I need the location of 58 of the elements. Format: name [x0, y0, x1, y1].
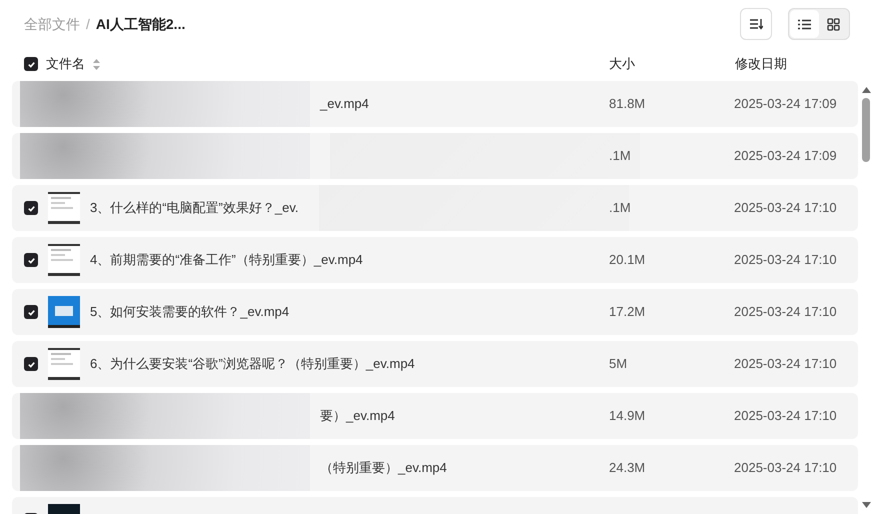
modified-date: 2025-03-24 17:10 [734, 251, 837, 270]
modified-date: 2025-03-24 17:10 [734, 303, 837, 322]
video-thumbnail [48, 296, 80, 328]
checkbox[interactable] [24, 57, 38, 71]
file-size: 14.9M [609, 408, 646, 423]
file-row[interactable]: 5、如何安装需要的软件？_ev.mp4 17.2M 2025-03-24 17:10 [12, 289, 858, 335]
file-row[interactable]: 4、前期需要的“准备工作”（特别重要）_ev.mp4 20.1M 2025-03-24 17:10 [12, 237, 858, 283]
modified-date: 2025-03-24 17:10 [734, 355, 837, 374]
modified-date: 2025-03-24 17:09 [734, 147, 837, 166]
file-name: （特别重要）_ev.mp4 [320, 459, 447, 478]
column-header[interactable]: 文件名 [46, 54, 85, 74]
checkbox[interactable] [24, 201, 38, 215]
scroll-down-icon[interactable] [862, 502, 870, 508]
sort-icon [749, 18, 763, 30]
list-icon [798, 18, 811, 30]
file-row[interactable]: 3、什么样的“电脑配置”效果好？_ev. .1M 2025-03-24 17:10 [12, 185, 858, 231]
file-row[interactable]: 6、为什么要安装“谷歌”浏览器呢？（特别重要）_ev.mp4 5M 2025-03-24 17:10 [12, 341, 858, 387]
file-size: .1M [609, 148, 631, 163]
video-thumbnail [48, 348, 80, 380]
breadcrumb-item: AI人工智能2... [96, 14, 186, 34]
checkbox[interactable] [24, 253, 38, 267]
checkmark-icon [26, 256, 36, 264]
scrollbar-thumb[interactable] [862, 98, 870, 162]
modified-date: 2025-03-24 17:09 [734, 95, 837, 114]
file-size: 20.1M [609, 252, 646, 267]
file-row[interactable]: （特别重要）_ev.mp4 24.3M 2025-03-24 17:10 [12, 445, 858, 491]
column-header[interactable]: 大小 [609, 54, 635, 74]
file-size: .1M [609, 200, 631, 215]
video-thumbnail [48, 244, 80, 276]
file-name: 要）_ev.mp4 [320, 407, 395, 426]
scroll-up-icon[interactable] [862, 87, 870, 93]
file-row[interactable]: 要）_ev.mp4 14.9M 2025-03-24 17:10 [12, 393, 858, 439]
file-row[interactable]: .1M 2025-03-24 17:09 [12, 133, 858, 179]
file-size: 81.8M [609, 96, 646, 111]
file-name: 4、前期需要的“准备工作”（特别重要）_ev.mp4 [90, 251, 363, 270]
checkbox[interactable] [24, 305, 38, 319]
checkbox[interactable] [24, 357, 38, 371]
column-header[interactable]: 修改日期 [735, 54, 787, 74]
file-name: 6、为什么要安装“谷歌”浏览器呢？（特别重要）_ev.mp4 [90, 355, 415, 374]
checkmark-icon [26, 60, 36, 68]
video-thumbnail [48, 192, 80, 224]
file-name: 3、什么样的“电脑配置”效果好？_ev. [90, 199, 298, 218]
modified-date: 2025-03-24 17:10 [734, 407, 837, 426]
checkmark-icon [26, 360, 36, 368]
list-view-button[interactable] [790, 10, 819, 38]
breadcrumb-separator: / [86, 14, 90, 34]
file-size: 24.3M [609, 460, 646, 475]
file-size: 17.2M [609, 304, 646, 319]
file-name: _ev.mp4 [320, 95, 369, 114]
sort-button[interactable] [740, 8, 772, 40]
file-name: 5、如何安装需要的软件？_ev.mp4 [90, 303, 290, 322]
modified-date: 2025-03-24 17:10 [734, 459, 837, 478]
file-row[interactable]: _ev.mp4 81.8M 2025-03-24 17:09 [12, 81, 858, 127]
checkmark-icon [26, 204, 36, 212]
checkmark-icon [26, 308, 36, 316]
grid-icon [827, 18, 840, 30]
file-size: 5M [609, 356, 628, 371]
modified-date: 2025-03-24 17:10 [734, 199, 837, 218]
